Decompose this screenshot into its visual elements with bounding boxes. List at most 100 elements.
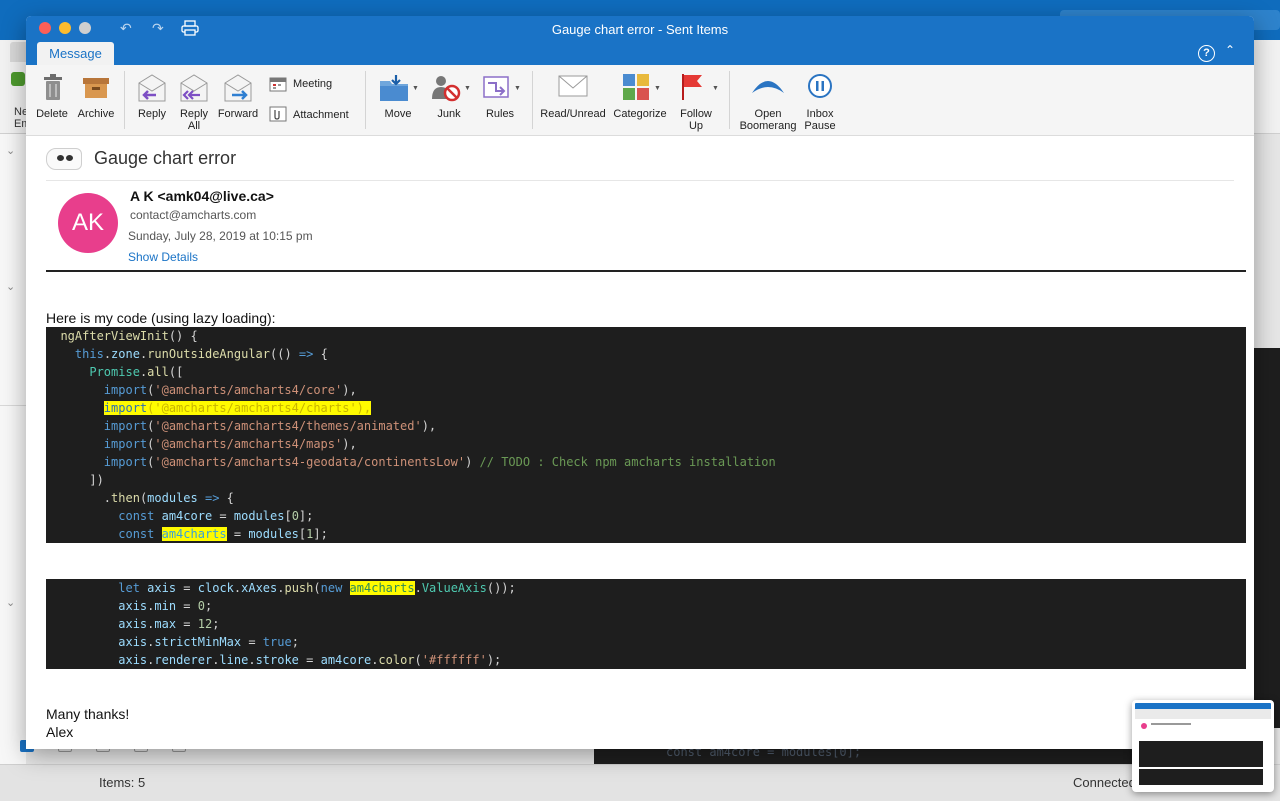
- reply-all-label: Reply All: [179, 108, 209, 132]
- message-window: ↶ ↷ Gauge chart error - Sent Items Messa…: [26, 16, 1254, 749]
- follow-up-dropdown-caret[interactable]: ▼: [712, 85, 719, 92]
- header-divider: [46, 270, 1246, 272]
- move-folder-icon: [378, 73, 410, 103]
- window-title: Gauge chart error - Sent Items: [551, 22, 729, 37]
- forward-button[interactable]: Forward: [216, 65, 260, 135]
- code-line: import('@amcharts/amcharts4/maps'),: [103, 437, 357, 451]
- categorize-button[interactable]: ▼ Categorize: [610, 65, 670, 135]
- new-email-icon[interactable]: [11, 72, 25, 86]
- attachment-label: Attachment: [293, 109, 349, 121]
- chevron-down-icon[interactable]: ⌄: [6, 144, 15, 157]
- code-block-1: ngAfterViewInit() { this.zone.runOutside…: [46, 327, 1246, 543]
- folder-pane: ⌄ ⌄ ⌄: [0, 134, 26, 764]
- avatar[interactable]: AK: [58, 193, 118, 253]
- code-line: ngAfterViewInit() {: [46, 329, 198, 343]
- read-unread-button[interactable]: Read/Unread: [538, 65, 608, 135]
- rules-button[interactable]: ▼ Rules: [478, 65, 522, 135]
- rules-label: Rules: [485, 108, 515, 120]
- meeting-button[interactable]: Meeting: [269, 76, 359, 94]
- reply-all-icon: [178, 73, 210, 103]
- junk-icon: [430, 73, 462, 103]
- categorize-dropdown-caret[interactable]: ▼: [654, 85, 661, 92]
- signature-text: Alex: [46, 724, 74, 740]
- archive-button[interactable]: Archive: [74, 65, 118, 135]
- ribbon: Delete Archive Reply Reply All Forward M…: [26, 65, 1254, 136]
- code-line: .then(modules => {: [46, 491, 234, 505]
- delete-label: Delete: [36, 108, 68, 120]
- inbox-pause-label: Inbox Pause: [804, 108, 836, 132]
- archive-label: Archive: [77, 108, 115, 120]
- code-line-highlighted: const am4charts = modules[1];: [118, 527, 328, 541]
- boomerang-icon: [750, 73, 786, 103]
- code-line: import('@amcharts/amcharts4/core'),: [103, 383, 357, 397]
- read-unread-label: Read/Unread: [540, 108, 606, 120]
- status-items-count: Items: 5: [99, 775, 146, 790]
- code-line: axis.min = 0;: [118, 599, 213, 613]
- conversation-icon[interactable]: [46, 148, 82, 170]
- rules-dropdown-caret[interactable]: ▼: [514, 85, 521, 92]
- open-boomerang-button[interactable]: Open Boomerang: [734, 65, 802, 135]
- junk-label: Junk: [437, 108, 461, 120]
- divider: [0, 405, 26, 406]
- code-block-2: let axis = clock.xAxes.push(new am4chart…: [46, 579, 1246, 669]
- sent-date: Sunday, July 28, 2019 at 10:15 pm: [128, 229, 313, 243]
- code-line: axis.strictMinMax = true;: [118, 635, 299, 649]
- move-dropdown-caret[interactable]: ▼: [412, 85, 419, 92]
- envelope-icon: [558, 73, 588, 103]
- move-button[interactable]: ▼ Move: [376, 65, 420, 135]
- open-boomerang-label: Open Boomerang: [739, 108, 797, 132]
- ribbon-tab-row: Message ? ⌃: [26, 42, 1254, 65]
- reply-button[interactable]: Reply: [132, 65, 172, 135]
- code-line: const am4core = modules[0];: [118, 509, 314, 523]
- message-subject: Gauge chart error: [94, 148, 237, 168]
- screenshot-thumbnail[interactable]: [1132, 700, 1274, 792]
- window-titlebar: ↶ ↷ Gauge chart error - Sent Items: [26, 16, 1254, 42]
- reply-label: Reply: [137, 108, 167, 120]
- ribbon-separator: [729, 71, 730, 129]
- ribbon-separator: [124, 71, 125, 129]
- tab-message[interactable]: Message: [37, 42, 114, 65]
- reply-all-button[interactable]: Reply All: [174, 65, 214, 135]
- code-line: import('@amcharts/amcharts4/themes/anima…: [103, 419, 437, 433]
- closing-text: Many thanks!: [46, 706, 130, 722]
- status-connection: Connected: [1073, 775, 1136, 790]
- forward-icon: [222, 73, 254, 103]
- code-line: import('@amcharts/amcharts4-geodata/cont…: [103, 455, 776, 469]
- ribbon-separator: [532, 71, 533, 129]
- code-line: Promise.all([: [89, 365, 184, 379]
- categorize-label: Categorize: [613, 108, 667, 120]
- rules-icon: [482, 73, 512, 103]
- code-line: axis.max = 12;: [118, 617, 220, 631]
- categorize-icon: [622, 73, 650, 103]
- recipient[interactable]: contact@amcharts.com: [130, 208, 256, 222]
- code-line: ]): [46, 473, 104, 487]
- junk-dropdown-caret[interactable]: ▼: [464, 85, 471, 92]
- chevron-down-icon[interactable]: ⌄: [6, 280, 15, 293]
- collapse-ribbon-icon[interactable]: ⌃: [1225, 43, 1235, 57]
- intro-text: Here is my code (using lazy loading):: [46, 310, 276, 326]
- flag-icon: [680, 73, 704, 103]
- meeting-label: Meeting: [293, 78, 333, 90]
- calendar-icon: [269, 76, 287, 97]
- reply-icon: [136, 73, 168, 103]
- attachment-button[interactable]: Attachment: [269, 106, 369, 124]
- help-icon[interactable]: ?: [1198, 45, 1215, 62]
- junk-button[interactable]: ▼ Junk: [428, 65, 471, 135]
- show-details-link[interactable]: Show Details: [128, 250, 198, 264]
- code-line: axis.renderer.line.stroke = am4core.colo…: [118, 653, 502, 667]
- reading-pane-code-edge: [1254, 348, 1280, 728]
- chevron-down-icon[interactable]: ⌄: [6, 596, 15, 609]
- attachment-icon: [269, 106, 287, 127]
- inbox-pause-button[interactable]: Inbox Pause: [802, 65, 838, 135]
- move-label: Move: [384, 108, 412, 120]
- code-line: let axis = clock.xAxes.push(new am4chart…: [118, 581, 516, 595]
- follow-up-button[interactable]: ▼ Follow Up: [674, 65, 719, 135]
- trash-icon: [42, 73, 64, 103]
- ribbon-separator: [365, 71, 366, 129]
- code-line-highlighted: import('@amcharts/amcharts4/charts'),: [103, 401, 372, 415]
- code-line: this.zone.runOutsideAngular(() => {: [74, 347, 328, 361]
- archive-box-icon: [82, 73, 110, 103]
- sender-name[interactable]: A K <amk04@live.ca>: [130, 188, 274, 204]
- delete-button[interactable]: Delete: [34, 65, 70, 135]
- follow-up-label: Follow Up: [680, 108, 712, 132]
